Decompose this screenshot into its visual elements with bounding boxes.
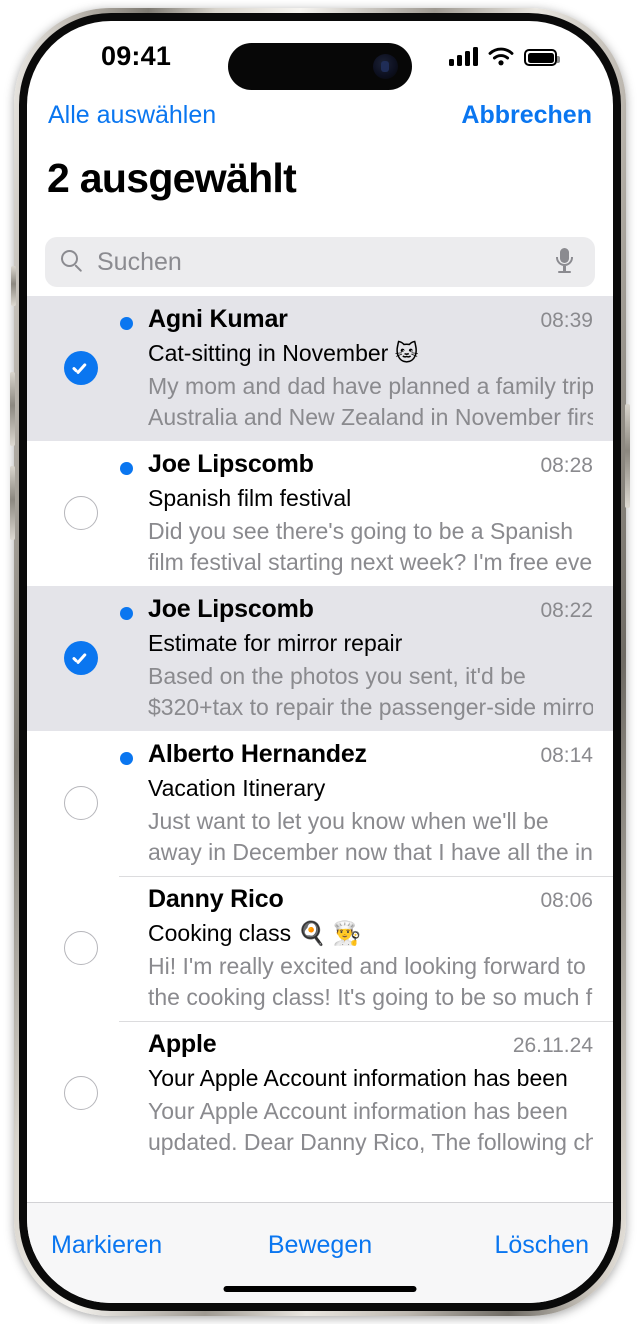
mail-preview: Your Apple Account information has been u…	[148, 1096, 593, 1158]
battery-icon	[524, 49, 560, 66]
mail-timestamp: 08:06	[540, 889, 593, 912]
mail-preview: Just want to let you know when we'll be a…	[148, 806, 593, 868]
mail-row[interactable]: Agni Kumar 08:39 Cat-sitting in November 🐱…	[27, 296, 613, 441]
cellular-signal-icon	[449, 47, 478, 66]
mail-timestamp: 08:28	[540, 454, 593, 477]
mail-row[interactable]: Alberto Hernandez 08:14 Vacation Itinerary…	[27, 731, 613, 876]
action-button[interactable]	[11, 266, 16, 306]
mail-subject: Cooking class 🍳 👨‍🍳	[148, 920, 362, 946]
mail-row[interactable]: Joe Lipscomb 08:22 Estimate for mirror rep…	[27, 586, 613, 731]
mail-timestamp: 26.11.24	[512, 1034, 593, 1057]
mail-preview-line: My mom and dad have planned a family tri…	[148, 373, 593, 399]
mail-sender: Joe Lipscomb	[148, 595, 314, 623]
bottom-toolbar: Markieren Bewegen Löschen	[27, 1202, 613, 1303]
mail-preview: Did you see there's going to be a Spanis…	[148, 516, 593, 578]
unread-dot-icon	[120, 607, 133, 620]
navigation-bar: Alle auswählen Abbrechen	[27, 95, 613, 147]
search-icon	[61, 250, 85, 274]
iphone-device: 09:41 Alle auswählen Abbrechen 2 ausgewä…	[0, 0, 640, 1324]
mail-preview-line: updated. Dear Danny Rico, The following …	[148, 1129, 593, 1155]
search-input[interactable]: Suchen	[45, 237, 595, 287]
mail-row[interactable]: Danny Rico 08:06 Cooking class 🍳 👨‍🍳 Hi! I'…	[27, 876, 613, 1021]
unread-dot-icon	[120, 752, 133, 765]
flag-button[interactable]: Markieren	[51, 1231, 162, 1260]
status-bar-time: 09:41	[101, 41, 172, 71]
mail-preview: Based on the photos you sent, it'd be $32…	[148, 661, 593, 723]
mail-preview-line: Did you see there's going to be a Spanis…	[148, 518, 574, 544]
checkbox-checked[interactable]	[64, 641, 98, 675]
page-title: 2 ausgewählt	[47, 155, 297, 201]
mail-sender: Joe Lipscomb	[148, 450, 314, 478]
checkbox-unchecked[interactable]	[64, 931, 98, 965]
mail-timestamp: 08:22	[540, 599, 593, 622]
mail-subject: Estimate for mirror repair	[148, 630, 403, 656]
mail-subject: Your Apple Account information has been …	[148, 1065, 575, 1091]
home-indicator[interactable]	[223, 1286, 417, 1292]
volume-down-button[interactable]	[10, 466, 15, 540]
dynamic-island	[228, 43, 412, 90]
mail-row[interactable]: Joe Lipscomb 08:28 Spanish film festival Di…	[27, 441, 613, 586]
mail-preview-line: the cooking class! It's going to be so m…	[148, 984, 593, 1010]
status-bar: 09:41	[27, 21, 613, 95]
unread-dot-icon	[120, 317, 133, 330]
checkbox-checked[interactable]	[64, 351, 98, 385]
front-camera-icon	[373, 54, 398, 79]
delete-button[interactable]: Löschen	[494, 1231, 589, 1260]
microphone-icon[interactable]	[556, 248, 573, 275]
mail-list[interactable]: Agni Kumar 08:39 Cat-sitting in November 🐱…	[27, 296, 613, 1202]
mail-sender: Apple	[148, 1030, 217, 1058]
mail-subject: Spanish film festival	[148, 485, 352, 511]
phone-screen: 09:41 Alle auswählen Abbrechen 2 ausgewä…	[27, 21, 613, 1303]
mail-row[interactable]: Apple 26.11.24 Your Apple Account informat…	[27, 1021, 613, 1166]
mail-preview-line: away in December now that I have all the…	[148, 839, 593, 865]
wifi-icon	[488, 47, 514, 66]
mail-preview-line: Your Apple Account information has been	[148, 1098, 568, 1124]
mail-preview-line: Just want to let you know when we'll be	[148, 808, 549, 834]
volume-up-button[interactable]	[10, 372, 15, 446]
move-button[interactable]: Bewegen	[268, 1231, 372, 1260]
power-button[interactable]	[625, 404, 630, 508]
search-placeholder: Suchen	[97, 248, 182, 276]
checkbox-unchecked[interactable]	[64, 496, 98, 530]
row-divider	[119, 876, 613, 877]
mail-sender: Alberto Hernandez	[148, 740, 367, 768]
mail-preview-line: Based on the photos you sent, it'd be	[148, 663, 526, 689]
unread-dot-icon	[120, 462, 133, 475]
mail-preview: Hi! I'm really excited and looking forwa…	[148, 951, 593, 1013]
mail-preview-line: $320+tax to repair the passenger-side mi…	[148, 694, 593, 720]
mail-preview-line: film festival starting next week? I'm fr…	[148, 549, 593, 575]
mail-subject: Vacation Itinerary	[148, 775, 326, 801]
mail-subject: Cat-sitting in November 🐱	[148, 340, 419, 366]
select-all-button[interactable]: Alle auswählen	[48, 101, 216, 130]
mail-sender: Agni Kumar	[148, 305, 288, 333]
status-bar-indicators	[449, 47, 560, 66]
checkbox-unchecked[interactable]	[64, 1076, 98, 1110]
mail-timestamp: 08:39	[540, 309, 593, 332]
mail-sender: Danny Rico	[148, 885, 284, 913]
mail-preview-line: Australia and New Zealand in November fi…	[148, 404, 593, 430]
mail-timestamp: 08:14	[540, 744, 593, 767]
cancel-button[interactable]: Abbrechen	[461, 101, 592, 130]
row-divider	[119, 1021, 613, 1022]
mail-preview: My mom and dad have planned a family tri…	[148, 371, 593, 433]
checkbox-unchecked[interactable]	[64, 786, 98, 820]
mail-preview-line: Hi! I'm really excited and looking forwa…	[148, 953, 586, 979]
